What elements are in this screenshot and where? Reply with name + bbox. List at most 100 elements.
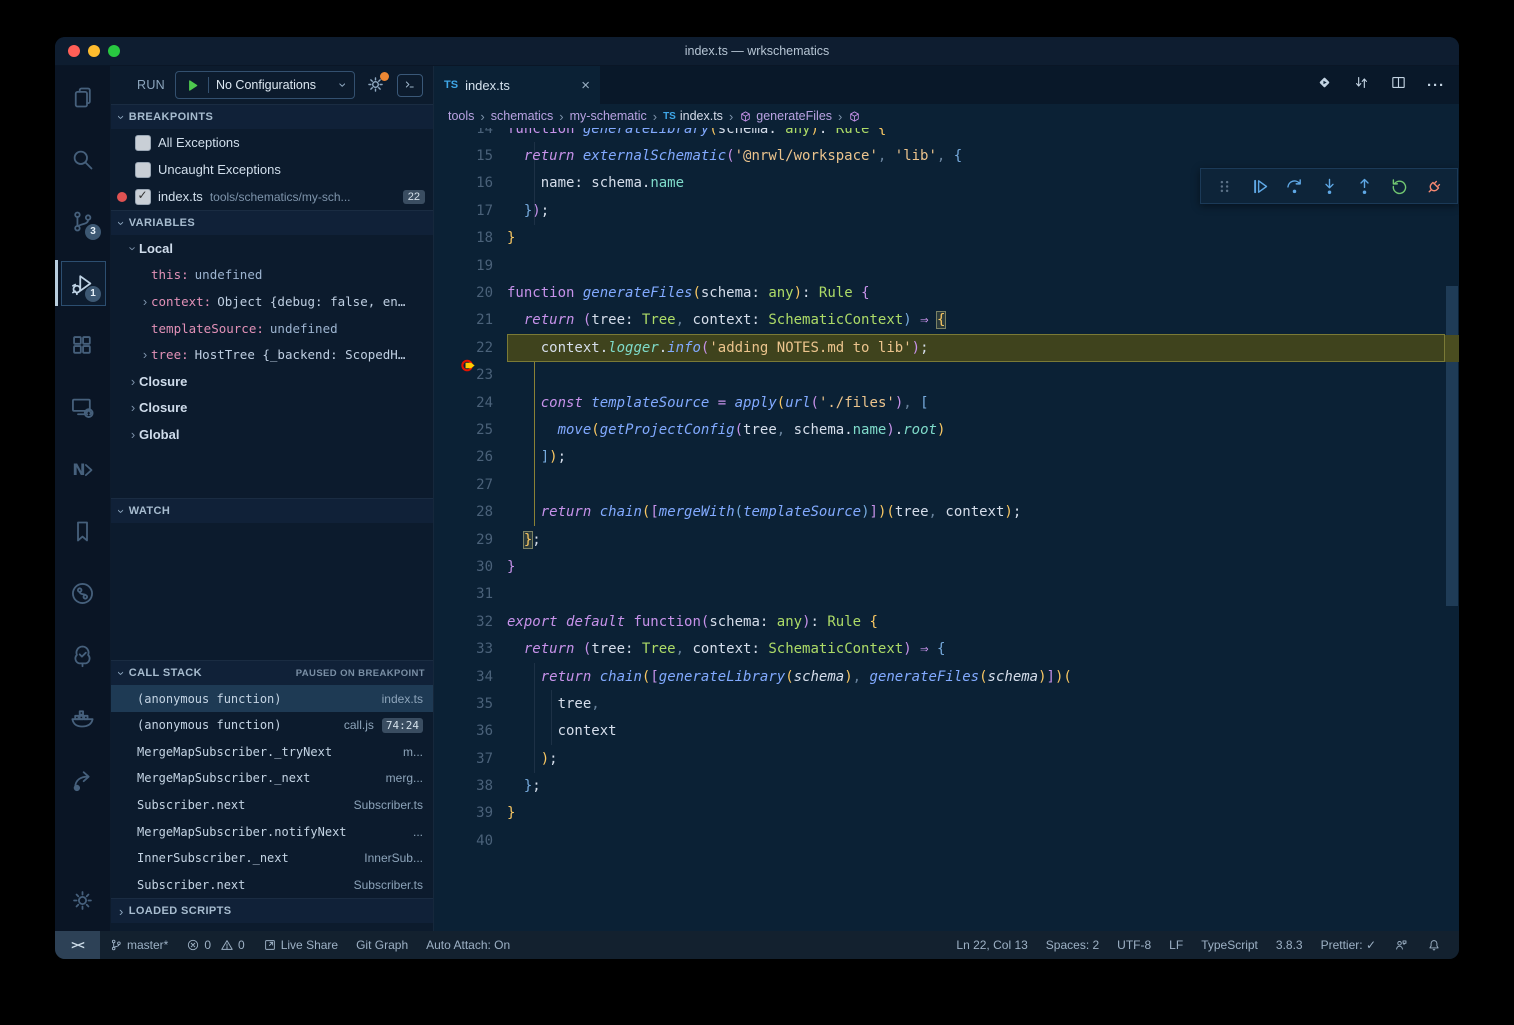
breakpoint-checkbox[interactable] [135,135,151,151]
code-editor[interactable]: 14function generateLibrary(schema: any):… [434,128,1459,931]
activity-item-search[interactable] [55,128,110,190]
split-editor-icon[interactable] [1390,74,1407,96]
gutter[interactable]: 14 [434,128,507,142]
play-icon[interactable] [184,77,201,94]
gutter[interactable]: 30 [434,553,507,580]
scope-row-global[interactable]: ›Global [111,421,433,448]
call-stack-frame[interactable]: (anonymous function)call.js74:24 [111,712,433,739]
code-line-37[interactable]: 37 ); [434,745,1445,772]
activity-item-run-and-debug[interactable]: 1 [55,252,110,314]
gutter[interactable]: 24 [434,389,507,416]
gutter[interactable]: 17 [434,197,507,224]
scrollbar[interactable] [1445,128,1459,931]
scope-row-local[interactable]: ›Local [111,235,433,262]
code-line-29[interactable]: 29 }; [434,526,1445,553]
code-line-15[interactable]: 15 return externalSchematic('@nrwl/works… [434,142,1445,169]
gutter[interactable]: 27 [434,471,507,498]
status-item-git-branch[interactable]: master* [100,931,177,959]
breakpoint-row[interactable]: Uncaught Exceptions [111,156,433,183]
scope-row-closure[interactable]: ›Closure [111,368,433,395]
activity-item-share[interactable] [55,748,110,810]
step-into-button[interactable] [1316,173,1342,199]
drag-handle[interactable] [1211,173,1237,199]
gutter[interactable]: 34 [434,663,507,690]
more-actions-icon[interactable]: ··· [1427,77,1445,94]
code-line-14[interactable]: 14function generateLibrary(schema: any):… [434,128,1445,142]
minimize-window-button[interactable] [88,45,100,57]
call-stack-frame[interactable]: Subscriber.nextSubscriber.ts [111,871,433,898]
status-item-feedback[interactable] [1385,931,1418,959]
gutter[interactable]: 19 [434,252,507,279]
breakpoints-section-header[interactable]: › BREAKPOINTS [111,104,433,129]
code-line-40[interactable]: 40 [434,827,1445,854]
gutter[interactable]: 28 [434,498,507,525]
code-line-30[interactable]: 30} [434,553,1445,580]
call-stack-frame[interactable]: (anonymous function)index.ts [111,685,433,712]
configure-gear-button[interactable] [365,74,387,96]
code-line-22[interactable]: 22 context.logger.info('adding NOTES.md … [434,334,1445,361]
activity-item-remote-explorer[interactable] [55,376,110,438]
gutter[interactable]: 32 [434,608,507,635]
gutter[interactable]: 39 [434,800,507,827]
loaded-scripts-section-header[interactable]: › LOADED SCRIPTS [111,898,433,923]
variable-row[interactable]: ›context:Object {debug: false, en… [111,288,433,315]
code-line-18[interactable]: 18} [434,225,1445,252]
status-item-language-mode[interactable]: TypeScript [1192,931,1267,959]
breadcrumb-item[interactable]: TSindex.ts [663,109,723,123]
gutter[interactable]: 38 [434,772,507,799]
close-window-button[interactable] [68,45,80,57]
gutter[interactable]: 21 [434,307,507,334]
watch-section-header[interactable]: › WATCH [111,498,433,523]
gutter[interactable]: 29 [434,526,507,553]
gutter[interactable]: 23 [434,362,507,389]
activity-item-nx-console[interactable]: N [55,438,110,500]
variable-row[interactable]: templateSource:undefined [111,315,433,342]
continue-button[interactable] [1246,173,1272,199]
status-item-problems[interactable]: 00 [177,931,253,959]
debug-console-button[interactable] [397,74,423,97]
call-stack-frame[interactable]: Subscriber.nextSubscriber.ts [111,792,433,819]
activity-item-docker[interactable] [55,686,110,748]
gutter[interactable]: 25 [434,416,507,443]
code-line-31[interactable]: 31 [434,581,1445,608]
step-over-button[interactable] [1281,173,1307,199]
status-item-cursor-position[interactable]: Ln 22, Col 13 [947,931,1036,959]
breadcrumb-item[interactable]: tools [448,109,474,123]
activity-item-project-tree[interactable] [55,624,110,686]
launch-configuration-dropdown[interactable]: No Configurations › [175,71,355,99]
code-line-20[interactable]: 20function generateFiles(schema: any): R… [434,279,1445,306]
gutter[interactable]: 33 [434,635,507,662]
code-line-26[interactable]: 26 ]); [434,444,1445,471]
breadcrumb-item[interactable]: schematics [491,109,554,123]
gutter[interactable]: 40 [434,827,507,854]
status-item-encoding[interactable]: UTF-8 [1108,931,1160,959]
gutter[interactable]: 36 [434,718,507,745]
breakpoint-arrow-icon[interactable] [438,338,457,357]
gutter[interactable]: 20 [434,279,507,306]
code-line-23[interactable]: 23 [434,362,1445,389]
activity-item-git-graph[interactable] [55,562,110,624]
open-changes-icon[interactable] [1316,74,1333,96]
gutter[interactable]: 37 [434,745,507,772]
code-line-34[interactable]: 34 return chain([generateLibrary(schema)… [434,663,1445,690]
code-line-21[interactable]: 21 return (tree: Tree, context: Schemati… [434,307,1445,334]
code-line-38[interactable]: 38 }; [434,772,1445,799]
activity-item-settings[interactable] [55,869,110,931]
status-item-notifications[interactable] [1418,931,1451,959]
code-line-27[interactable]: 27 [434,471,1445,498]
activity-item-source-control[interactable]: 3 [55,190,110,252]
breakpoint-checkbox[interactable] [135,189,151,205]
activity-item-extensions[interactable] [55,314,110,376]
status-item-live-share[interactable]: Live Share [254,931,347,959]
activity-item-bookmarks[interactable] [55,500,110,562]
call-stack-frame[interactable]: MergeMapSubscriber._tryNextm... [111,738,433,765]
breakpoint-checkbox[interactable] [135,162,151,178]
breadcrumb-item[interactable]: my-schematic [570,109,647,123]
disconnect-button[interactable] [1421,173,1447,199]
code-line-36[interactable]: 36 context [434,718,1445,745]
gutter[interactable]: 31 [434,581,507,608]
gutter[interactable]: 16 [434,170,507,197]
call-stack-frame[interactable]: MergeMapSubscriber._nextmerg... [111,765,433,792]
scrollbar-thumb[interactable] [1446,286,1458,606]
code-line-39[interactable]: 39} [434,800,1445,827]
